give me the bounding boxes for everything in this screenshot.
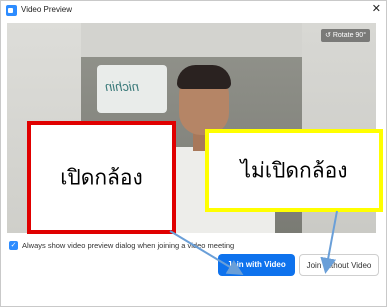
checkbox-checked-icon[interactable]: ✓ [9,241,18,250]
close-icon[interactable]: ✕ [372,3,381,15]
background-sign: nichin [97,65,167,113]
enable-video-callout-text: เปิดกล้อง [60,165,143,189]
rotate-button[interactable]: ↺ Rotate 90° [321,29,370,42]
sign-text: nichin [105,79,139,94]
disable-video-callout: ไม่เปิดกล้อง [205,129,383,212]
title-bar: Video Preview ✕ [1,1,386,21]
preview-background [81,23,302,57]
zoom-app-icon [6,5,17,16]
join-without-video-button[interactable]: Join without Video [299,254,379,276]
join-with-video-button[interactable]: Join with Video [218,254,295,276]
always-show-preview-label: Always show video preview dialog when jo… [22,241,235,250]
disable-video-callout-text: ไม่เปิดกล้อง [240,158,348,182]
enable-video-callout: เปิดกล้อง [27,121,176,234]
window-title: Video Preview [21,5,72,14]
person-hair [177,65,231,89]
